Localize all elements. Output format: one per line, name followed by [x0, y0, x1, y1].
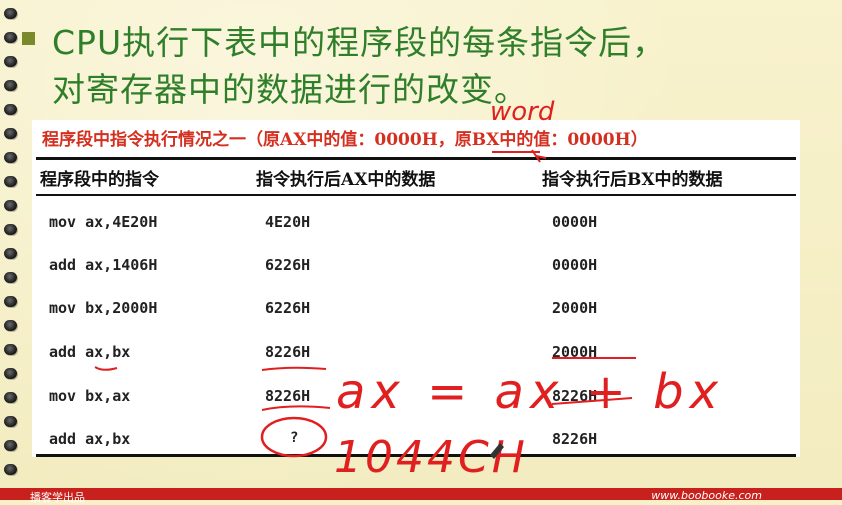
bx-value-cell: 0000H [552, 256, 598, 274]
table-row: add ax,bx 8226H 2000H [32, 343, 800, 373]
binding-ring [4, 128, 17, 139]
table-row: mov ax,4E20H 4E20H 0000H [32, 213, 800, 243]
binding-ring [4, 416, 17, 427]
binding-ring [4, 32, 17, 43]
binding-ring [4, 320, 17, 331]
binding-ring [4, 440, 17, 451]
instruction-cell: add ax,bx [49, 430, 131, 448]
binding-ring [4, 344, 17, 355]
binding-ring [4, 8, 17, 19]
bx-value-cell: 2000H [552, 299, 598, 317]
bx-value-cell: 8226H [552, 387, 598, 405]
instruction-cell: mov ax,4E20H [49, 213, 158, 231]
binding-ring [4, 248, 17, 259]
title-line-2: 对寄存器中的数据进行的改变。 [52, 70, 528, 109]
table-caption: 程序段中指令执行情况之一（原AX中的值：0000H，原BX中的值：0000H） [42, 130, 648, 150]
binding-ring [4, 104, 17, 115]
ax-value-cell: 4E20H [265, 213, 311, 231]
binding-ring [4, 224, 17, 235]
table-bottom-rule [36, 454, 796, 457]
table-top-rule [36, 157, 796, 160]
binding-ring [4, 152, 17, 163]
binding-ring [4, 368, 17, 379]
instruction-cell: add ax,bx [49, 343, 131, 361]
ax-value-cell: 6226H [265, 299, 311, 317]
table-row: add ax,1406H 6226H 0000H [32, 256, 800, 286]
title-line-1: CPU执行下表中的程序段的每条指令后， [52, 23, 667, 62]
instruction-table: 程序段中指令执行情况之一（原AX中的值：0000H，原BX中的值：0000H） … [32, 120, 800, 457]
header-instruction: 程序段中的指令 [40, 170, 159, 190]
ax-value-cell: 6226H [265, 256, 311, 274]
ax-value-cell: 8226H [265, 343, 311, 361]
header-bx-data: 指令执行后BX中的数据 [542, 170, 723, 190]
instruction-cell: mov bx,ax [49, 387, 131, 405]
binding-ring [4, 200, 17, 211]
notebook-binding [0, 0, 24, 500]
ax-value-cell: 8226H [265, 387, 311, 405]
binding-ring [4, 80, 17, 91]
instruction-cell: add ax,1406H [49, 256, 158, 274]
binding-ring [4, 296, 17, 307]
table-header-rule [36, 194, 796, 196]
footer-left-text: 播客学出品 [30, 491, 85, 504]
bx-value-cell: 8226H [552, 430, 598, 448]
binding-ring [4, 272, 17, 283]
header-ax-data: 指令执行后AX中的数据 [256, 170, 436, 190]
binding-ring [4, 56, 17, 67]
ax-value-cell: ? [290, 430, 299, 446]
instruction-cell: mov bx,2000H [49, 299, 158, 317]
binding-ring [4, 176, 17, 187]
table-row: mov bx,2000H 6226H 2000H [32, 299, 800, 329]
bx-value-cell: 2000H [552, 343, 598, 361]
bx-value-cell: 0000H [552, 213, 598, 231]
table-row: mov bx,ax 8226H 8226H [32, 387, 800, 417]
binding-ring [4, 464, 17, 475]
binding-ring [4, 392, 17, 403]
bullet-icon [22, 32, 35, 45]
footer-right-text: www.boobooke.com [651, 489, 762, 502]
